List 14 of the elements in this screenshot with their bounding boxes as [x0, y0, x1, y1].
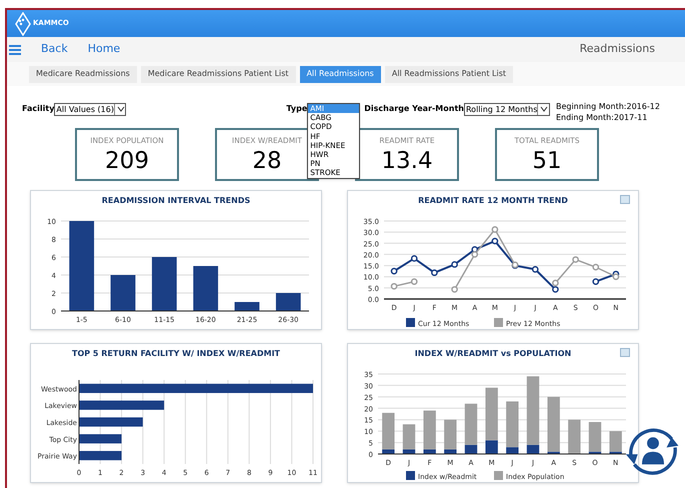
kpi-value: 13.4 — [381, 147, 433, 176]
filter-label: Facility — [22, 103, 54, 115]
kpi-value: 28 — [252, 147, 282, 176]
page-title: Readmissions — [580, 41, 655, 58]
filter-label: Discharge Year-Month — [364, 103, 464, 115]
chart-title: READMISSION INTERVAL TRENDS — [102, 195, 250, 207]
filter-label: Type — [286, 103, 308, 115]
kpi-value: 51 — [532, 147, 562, 176]
kpi-value: 209 — [105, 147, 149, 176]
ending-month: Ending Month:2017-11 — [556, 112, 648, 123]
beginning-month: Beginning Month:2016-12 — [556, 101, 660, 112]
chart-title: TOP 5 RETURN FACILITY W/ INDEX W/READMIT — [72, 348, 280, 360]
chart-title: INDEX W/READMIT vs POPULATION — [414, 348, 572, 360]
chart-title: READMIT RATE 12 MONTH TREND — [418, 195, 568, 207]
